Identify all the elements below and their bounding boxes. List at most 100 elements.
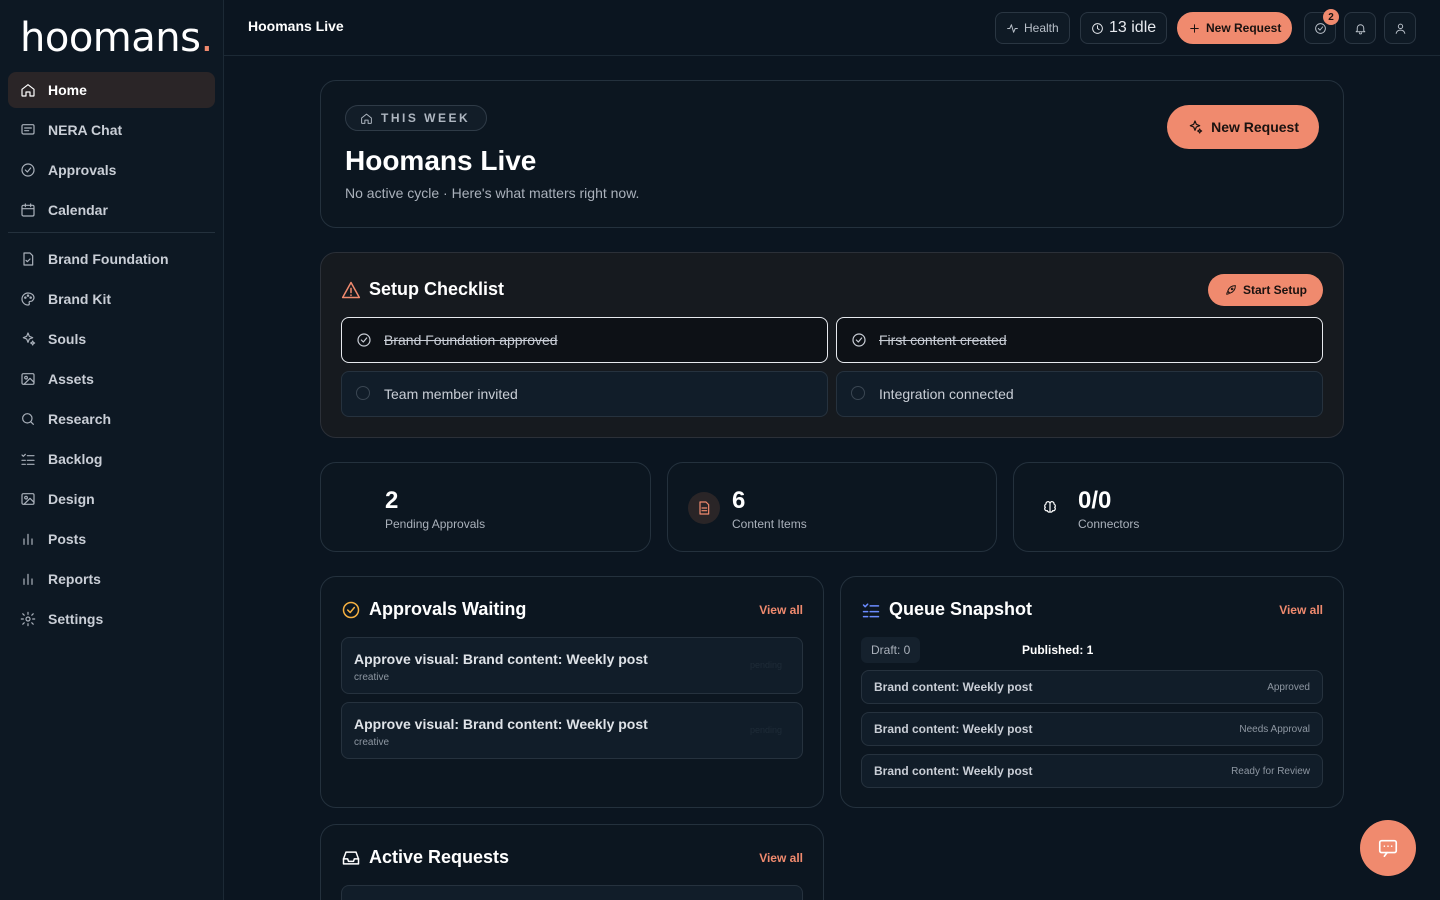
idle-label: 13 idle: [1109, 19, 1157, 36]
chat-fab-button[interactable]: [1360, 820, 1416, 876]
checklist-item-first-content[interactable]: First content created: [836, 317, 1323, 363]
empty-circle-icon: [851, 386, 867, 402]
idle-agents-button[interactable]: 13 idle: [1080, 12, 1168, 44]
stat-caption: Connectors: [1078, 517, 1140, 531]
inbox-icon: [342, 850, 360, 865]
stat-value: 0/0: [1078, 487, 1112, 514]
brand-logo[interactable]: hoomans.: [20, 18, 213, 58]
chat-icon: [20, 122, 36, 138]
sidebar-nav: Home NERA Chat Approvals Calendar Brand …: [8, 72, 215, 641]
app-root: hoomans. Home NERA Chat Approvals Calend…: [0, 0, 1440, 900]
home-icon: [20, 82, 36, 98]
approval-item[interactable]: Approve visual: Brand content: Weekly po…: [341, 702, 803, 759]
queue-published-count: Published: 1: [1022, 643, 1094, 657]
start-setup-label: Start Setup: [1242, 283, 1307, 297]
sidebar-item-reports[interactable]: Reports: [8, 561, 215, 597]
checklist-item-label: Team member invited: [384, 386, 518, 402]
message-icon: [1378, 839, 1398, 858]
sidebar-item-label: Brand Kit: [48, 291, 111, 307]
sparkles-icon: [1189, 120, 1203, 134]
active-requests-card: Active Requests View all: [320, 824, 824, 900]
user-icon: [1395, 23, 1405, 34]
tasks-button[interactable]: 2: [1304, 9, 1339, 44]
sidebar-item-label: Settings: [48, 611, 104, 627]
approval-item-status: pending: [749, 725, 782, 735]
approvals-view-all-link[interactable]: View all: [759, 603, 803, 617]
start-setup-button[interactable]: Start Setup: [1207, 274, 1323, 306]
sidebar-item-nera-chat[interactable]: NERA Chat: [8, 112, 215, 148]
checklist-item-integration[interactable]: Integration connected: [836, 371, 1323, 417]
check-circle-icon: [851, 332, 867, 348]
check-circle-icon: [342, 601, 360, 618]
active-requests-header: Active Requests: [341, 847, 509, 868]
image-icon: [20, 491, 36, 507]
sidebar-item-label: Backlog: [48, 451, 103, 467]
queue-view-all-link[interactable]: View all: [1279, 603, 1323, 617]
queue-item-title: Brand content: Weekly post: [874, 722, 1033, 736]
sidebar-item-home[interactable]: Home: [8, 72, 215, 108]
sidebar-item-souls[interactable]: Souls: [8, 321, 215, 357]
sidebar-divider: [8, 232, 215, 233]
queue-item-status: Ready for Review: [1231, 766, 1310, 777]
rocket-icon: [1226, 284, 1236, 295]
checklist-item-brand-foundation[interactable]: Brand Foundation approved: [341, 317, 828, 363]
hero-new-request-button[interactable]: New Request: [1167, 105, 1319, 149]
empty-circle-icon: [356, 386, 372, 402]
sidebar-item-label: Assets: [48, 371, 94, 387]
hero-new-request-label: New Request: [1211, 119, 1299, 135]
sidebar-item-design[interactable]: Design: [8, 481, 215, 517]
sidebar-item-backlog[interactable]: Backlog: [8, 441, 215, 477]
queue-item-title: Brand content: Weekly post: [874, 764, 1033, 778]
active-request-item[interactable]: [341, 885, 803, 900]
stat-connectors[interactable]: 0/0 Connectors: [1013, 462, 1344, 552]
sidebar-item-calendar[interactable]: Calendar: [8, 192, 215, 228]
stat-pending-approvals[interactable]: 2 Pending Approvals: [320, 462, 651, 552]
sidebar-item-label: Brand Foundation: [48, 251, 169, 267]
sidebar-item-brand-foundation[interactable]: Brand Foundation: [8, 241, 215, 277]
logo-dot: .: [200, 15, 213, 61]
file-check-icon: [20, 251, 36, 267]
sidebar-item-approvals[interactable]: Approvals: [8, 152, 215, 188]
sidebar-item-posts[interactable]: Posts: [8, 521, 215, 557]
queue-item[interactable]: Brand content: Weekly post Needs Approva…: [861, 712, 1323, 746]
active-requests-view-all-link[interactable]: View all: [759, 851, 803, 865]
stat-caption: Pending Approvals: [385, 517, 486, 531]
approval-item-title: Approve visual: Brand content: Weekly po…: [354, 651, 648, 667]
sidebar-item-label: Souls: [48, 331, 87, 347]
checklist-item-label: Brand Foundation approved: [384, 332, 558, 348]
approval-item-category: creative: [354, 737, 390, 748]
sidebar-item-label: Calendar: [48, 202, 108, 218]
brain-icon: [1034, 492, 1066, 524]
bar-chart-icon: [20, 571, 36, 587]
approval-item[interactable]: Approve visual: Brand content: Weekly po…: [341, 637, 803, 694]
checklist-item-label: First content created: [879, 332, 1007, 348]
topbar-new-request-button[interactable]: New Request: [1177, 12, 1293, 44]
calendar-icon: [20, 202, 36, 218]
approval-item-status: pending: [749, 660, 782, 670]
sidebar-item-brand-kit[interactable]: Brand Kit: [8, 281, 215, 317]
sidebar-item-assets[interactable]: Assets: [8, 361, 215, 397]
queue-item-status: Approved: [1267, 682, 1310, 693]
check-circle-icon: [20, 162, 36, 178]
queue-snapshot-card: Queue Snapshot View all Draft: 0 Publish…: [840, 576, 1344, 808]
health-button[interactable]: Health: [995, 12, 1070, 44]
sidebar-item-research[interactable]: Research: [8, 401, 215, 437]
notifications-button[interactable]: [1344, 12, 1376, 44]
queue-snapshot-title: Queue Snapshot: [889, 599, 1033, 619]
checklist-item-label: Integration connected: [879, 386, 1014, 402]
approval-item-title: Approve visual: Brand content: Weekly po…: [354, 716, 648, 732]
stat-content-items[interactable]: 6 Content Items: [667, 462, 997, 552]
bar-chart-icon: [20, 531, 36, 547]
home-icon: [361, 113, 372, 124]
approvals-waiting-header: Approvals Waiting: [341, 599, 526, 620]
sidebar-item-settings[interactable]: Settings: [8, 601, 215, 637]
sidebar-item-label: Posts: [48, 531, 87, 547]
queue-item[interactable]: Brand content: Weekly post Ready for Rev…: [861, 754, 1323, 788]
setup-checklist-card: Setup Checklist Start Setup Brand Founda…: [320, 252, 1344, 438]
profile-button[interactable]: [1384, 12, 1416, 44]
image-icon: [20, 371, 36, 387]
checklist-item-team-member[interactable]: Team member invited: [341, 371, 828, 417]
topbar: Hoomans Live Health 13 idle New Request …: [224, 0, 1440, 56]
topbar-title: Hoomans Live: [248, 18, 344, 34]
queue-item[interactable]: Brand content: Weekly post Approved: [861, 670, 1323, 704]
